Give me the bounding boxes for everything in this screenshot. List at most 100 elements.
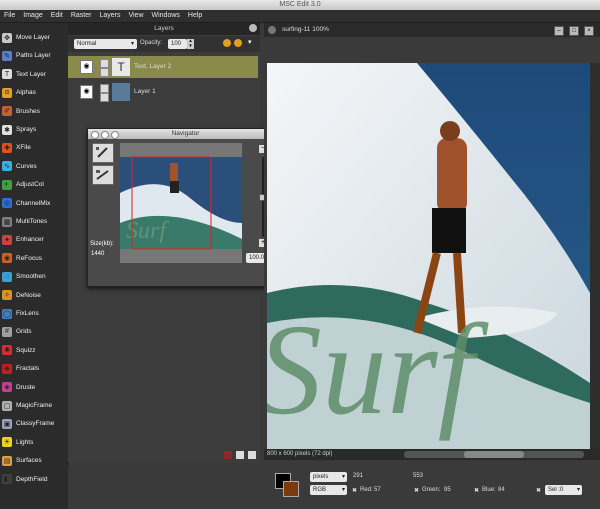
tool-druste[interactable]: ◈ Druste bbox=[2, 379, 66, 396]
eye-icon[interactable]: ◉ bbox=[80, 85, 93, 99]
delete-layer-icon[interactable] bbox=[224, 451, 232, 459]
navigator-thumbnail: Surf bbox=[120, 156, 242, 250]
background-color-swatch[interactable] bbox=[283, 481, 299, 497]
adjustcol-icon: ◐ bbox=[2, 179, 12, 190]
tool-label: Druste bbox=[16, 383, 36, 391]
close-icon[interactable] bbox=[91, 131, 99, 139]
tool-label: ReFocus bbox=[16, 254, 43, 262]
tool-denoise[interactable]: ✧ DeNoise bbox=[2, 287, 66, 304]
layer-row[interactable]: ◉ T Text, Layer 2 bbox=[68, 56, 258, 78]
navigator-hand-tool[interactable] bbox=[92, 143, 114, 163]
menu-item-edit[interactable]: Edit bbox=[47, 10, 67, 22]
image-thumb-icon bbox=[268, 26, 276, 34]
tool-text-layer[interactable]: T Text Layer bbox=[2, 66, 66, 83]
tool-magicframe[interactable]: ▢ MagicFrame bbox=[2, 397, 66, 414]
sel-checkbox-icon[interactable]: ✖ bbox=[536, 487, 541, 494]
opacity-input[interactable]: 100 bbox=[168, 39, 187, 49]
image-canvas[interactable]: Surf bbox=[267, 63, 590, 449]
link-icon[interactable] bbox=[100, 68, 109, 77]
menu-item-windows[interactable]: Windows bbox=[148, 10, 184, 22]
maximize-icon[interactable]: □ bbox=[569, 26, 579, 36]
unit-select[interactable]: pixels ▾ bbox=[310, 472, 347, 482]
sel-select[interactable]: Sel :0 ▾ bbox=[545, 485, 582, 495]
layer-option2-icon[interactable] bbox=[234, 39, 242, 47]
tool-classyframe[interactable]: ▣ ClassyFrame bbox=[2, 415, 66, 432]
menu-item-layers[interactable]: Layers bbox=[95, 10, 124, 22]
new-layer-icon[interactable] bbox=[248, 451, 256, 459]
tool-curves[interactable]: ∿ Curves bbox=[2, 158, 66, 175]
tool-surfaces[interactable]: ▤ Surfaces bbox=[2, 452, 66, 469]
image-window-title-bar[interactable]: surfing-11 100% – □ × bbox=[264, 23, 600, 37]
blend-mode-select[interactable]: Normal ▾ bbox=[74, 39, 137, 49]
brushes-icon: ✐ bbox=[2, 106, 12, 117]
zoom-window-icon[interactable] bbox=[111, 131, 119, 139]
close-icon[interactable]: × bbox=[584, 26, 594, 36]
layer-thumbnail bbox=[112, 83, 130, 101]
color-mode-select[interactable]: RGB ▾ bbox=[310, 485, 347, 495]
green-checkbox-icon[interactable]: ✖ bbox=[414, 487, 419, 494]
tool-multitones[interactable]: ▦ MultiTones bbox=[2, 213, 66, 230]
chevron-down-icon: ▾ bbox=[341, 487, 345, 493]
horizontal-scrollbar[interactable] bbox=[404, 451, 584, 458]
tool-adjustcol[interactable]: ◐ AdjustCol bbox=[2, 176, 66, 193]
menu-item-raster[interactable]: Raster bbox=[67, 10, 96, 22]
tool-smoothen[interactable]: ◌ Smoothen bbox=[2, 268, 66, 285]
image-window-title: surfing-11 100% bbox=[282, 26, 329, 33]
navigator-preview-area[interactable]: Surf bbox=[120, 143, 242, 263]
horizontal-scroll-thumb[interactable] bbox=[464, 451, 524, 458]
layer-row[interactable]: ◉ Layer 1 bbox=[68, 81, 258, 103]
lock-icon[interactable] bbox=[100, 84, 109, 93]
blue-value: 84 bbox=[498, 487, 505, 493]
tool-paths-layer[interactable]: ✎ Paths Layer bbox=[2, 47, 66, 64]
tool-refocus[interactable]: ◉ ReFocus bbox=[2, 250, 66, 267]
tool-xfile[interactable]: ✚ XFile bbox=[2, 139, 66, 156]
tool-move-layer[interactable]: ✥ Move Layer bbox=[2, 29, 66, 46]
navigator-zoom-tool[interactable] bbox=[92, 165, 114, 185]
opacity-stepper[interactable]: ▴ ▾ bbox=[187, 39, 194, 49]
size-label: Size(kb): bbox=[90, 241, 114, 247]
navigator-title-bar[interactable]: Navigator bbox=[88, 129, 283, 139]
layer-list: ◉ T Text, Layer 2 ◉ Layer 1 bbox=[68, 56, 258, 106]
tool-fixlens[interactable]: ◯ FixLens bbox=[2, 305, 66, 322]
red-checkbox-icon[interactable]: ✖ bbox=[352, 487, 357, 494]
opacity-label: Opacity: bbox=[140, 40, 163, 46]
minimize-icon[interactable]: – bbox=[554, 26, 564, 36]
layers-panel-title: Layers bbox=[154, 25, 174, 32]
duplicate-layer-icon[interactable] bbox=[236, 451, 244, 459]
tool-grids[interactable]: # Grids bbox=[2, 323, 66, 340]
panel-close-icon[interactable] bbox=[249, 24, 257, 32]
color-mode-value: RGB bbox=[313, 487, 327, 493]
navigator-overlay-text: Surf bbox=[126, 218, 169, 244]
surfaces-icon: ▤ bbox=[2, 455, 12, 466]
vertical-scrollbar[interactable] bbox=[590, 63, 600, 449]
tool-label: Surfaces bbox=[16, 457, 42, 465]
lock-icon[interactable] bbox=[100, 59, 109, 68]
tool-enhancer[interactable]: ✦ Enhancer bbox=[2, 231, 66, 248]
link-icon[interactable] bbox=[100, 93, 109, 102]
grids-icon: # bbox=[2, 326, 12, 337]
depthfield-icon: ◧ bbox=[2, 474, 12, 485]
blue-checkbox-icon[interactable]: ✖ bbox=[474, 487, 479, 494]
tool-brushes[interactable]: ✐ Brushes bbox=[2, 103, 66, 120]
denoise-icon: ✧ bbox=[2, 290, 12, 301]
green-label: Green: bbox=[422, 487, 441, 493]
alphas-icon: α bbox=[2, 87, 12, 98]
image-dimensions: 800 x 600 pixels (72 dpi) bbox=[267, 451, 333, 457]
tool-alphas[interactable]: α Alphas bbox=[2, 84, 66, 101]
minimize-icon[interactable] bbox=[101, 131, 109, 139]
tool-lights[interactable]: ☀ Lights bbox=[2, 434, 66, 451]
layer-option-icon[interactable] bbox=[223, 39, 231, 47]
image-window-ruler bbox=[264, 37, 600, 63]
tool-fractals[interactable]: ❋ Fractals bbox=[2, 360, 66, 377]
menu-item-view[interactable]: View bbox=[124, 10, 147, 22]
eye-icon[interactable]: ◉ bbox=[80, 60, 93, 74]
tool-squizz[interactable]: ✺ Squizz bbox=[2, 342, 66, 359]
panel-menu-icon[interactable]: ▾ bbox=[248, 38, 252, 46]
tool-sprays[interactable]: ✱ Sprays bbox=[2, 121, 66, 138]
menu-item-file[interactable]: File bbox=[0, 10, 19, 22]
menu-item-image[interactable]: Image bbox=[19, 10, 46, 22]
tool-depthfield[interactable]: ◧ DepthField bbox=[2, 471, 66, 488]
tool-channelmix[interactable]: ◎ ChannelMix bbox=[2, 195, 66, 212]
menu-item-help[interactable]: Help bbox=[184, 10, 206, 22]
menu-bar: File Image Edit Raster Layers View Windows Help bbox=[0, 10, 600, 23]
